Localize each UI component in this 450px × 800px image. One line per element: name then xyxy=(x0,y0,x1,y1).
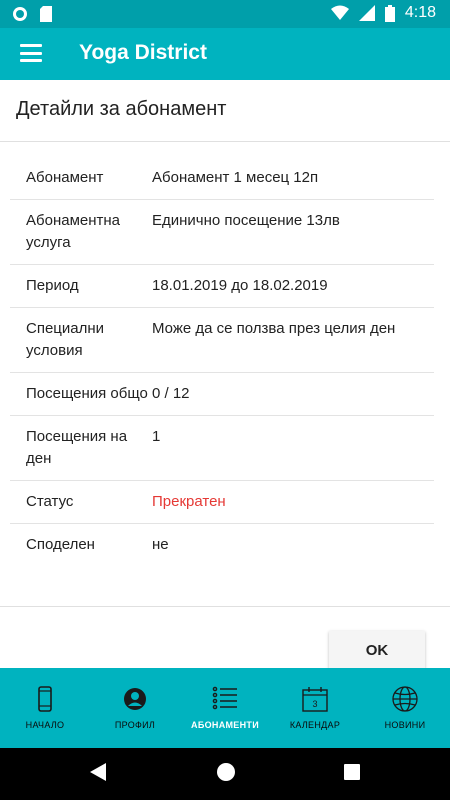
detail-row-service: Абонаментна услуга Единично посещение 13… xyxy=(10,200,434,265)
detail-row-shared: Споделен не xyxy=(10,524,434,566)
detail-value: 0 / 12 xyxy=(152,385,190,402)
nav-item-news[interactable]: НОВИНИ xyxy=(360,668,450,748)
page-title: Детайли за абонамент xyxy=(16,98,227,120)
nav-label: КАЛЕНДАР xyxy=(289,720,341,730)
profile-icon xyxy=(124,688,146,710)
detail-value: не xyxy=(152,536,169,553)
subscription-details: Абонамент Абонамент 1 месец 12п Абонамен… xyxy=(10,157,434,566)
recents-icon[interactable] xyxy=(343,762,361,782)
sd-card-icon xyxy=(40,6,52,22)
divider xyxy=(0,141,450,142)
detail-value: Абонамент 1 месец 12п xyxy=(152,169,319,186)
nav-item-calendar[interactable]: 3 КАЛЕНДАР xyxy=(270,668,360,748)
detail-label: Период xyxy=(26,277,79,294)
detail-row-visits-per-day: Посещения на ден 1 xyxy=(10,416,434,481)
nav-item-home[interactable]: НАЧАЛО xyxy=(0,668,90,748)
detail-row-special-conditions: Специални условия Може да се ползва през… xyxy=(10,308,434,373)
phone-icon xyxy=(38,686,52,712)
detail-label: Абонаментна услуга xyxy=(26,212,120,251)
detail-value: 1 xyxy=(152,428,161,445)
calendar-icon: 3 xyxy=(302,687,328,712)
svg-text:3: 3 xyxy=(312,699,317,709)
detail-label: Абонамент xyxy=(26,169,104,186)
status-value: Прекратен xyxy=(152,493,226,510)
nav-label: НАЧАЛО xyxy=(25,720,65,730)
detail-label: Статус xyxy=(26,493,74,510)
detail-row-period: Период 18.01.2019 до 18.02.2019 xyxy=(10,265,434,308)
divider xyxy=(0,606,450,607)
list-icon xyxy=(212,686,237,710)
ok-button[interactable]: OK xyxy=(329,631,425,669)
menu-icon[interactable] xyxy=(20,44,42,62)
battery-icon xyxy=(384,4,395,22)
globe-icon xyxy=(392,686,418,712)
detail-row-subscription: Абонамент Абонамент 1 месец 12п xyxy=(10,157,434,200)
detail-label: Споделен xyxy=(26,536,95,553)
wifi-icon xyxy=(330,5,349,20)
detail-label: Посещения общо xyxy=(26,385,148,402)
system-navigation-bar xyxy=(0,748,450,800)
back-icon[interactable] xyxy=(89,762,107,782)
detail-label: Специални условия xyxy=(26,320,105,359)
detail-row-visits-total: Посещения общо 0 / 12 xyxy=(10,373,434,416)
app-title: Yoga District xyxy=(79,41,207,64)
detail-value: Може да се ползва през целия ден xyxy=(152,320,396,337)
nav-item-subscriptions[interactable]: АБОНАМЕНТИ xyxy=(180,668,270,748)
nav-item-profile[interactable]: ПРОФИЛ xyxy=(90,668,180,748)
status-bar: 4:18 xyxy=(0,0,450,28)
detail-row-status: Статус Прекратен xyxy=(10,481,434,524)
detail-value: Единично посещение 13лв xyxy=(152,212,340,229)
status-time: 4:18 xyxy=(404,4,436,21)
nav-label: АБОНАМЕНТИ xyxy=(191,720,259,730)
detail-label: Посещения на ден xyxy=(26,428,128,467)
home-icon[interactable] xyxy=(216,762,236,782)
detail-value: 18.01.2019 до 18.02.2019 xyxy=(152,277,328,294)
app-bar: Yoga District xyxy=(0,28,450,80)
notification-app-icon xyxy=(13,7,27,21)
bottom-navigation: НАЧАЛО ПРОФИЛ АБОНАМЕНТИ 3 КАЛЕНДАР НОВИ… xyxy=(0,668,450,748)
signal-icon xyxy=(358,5,375,21)
nav-label: ПРОФИЛ xyxy=(114,720,156,730)
nav-label: НОВИНИ xyxy=(384,720,426,730)
